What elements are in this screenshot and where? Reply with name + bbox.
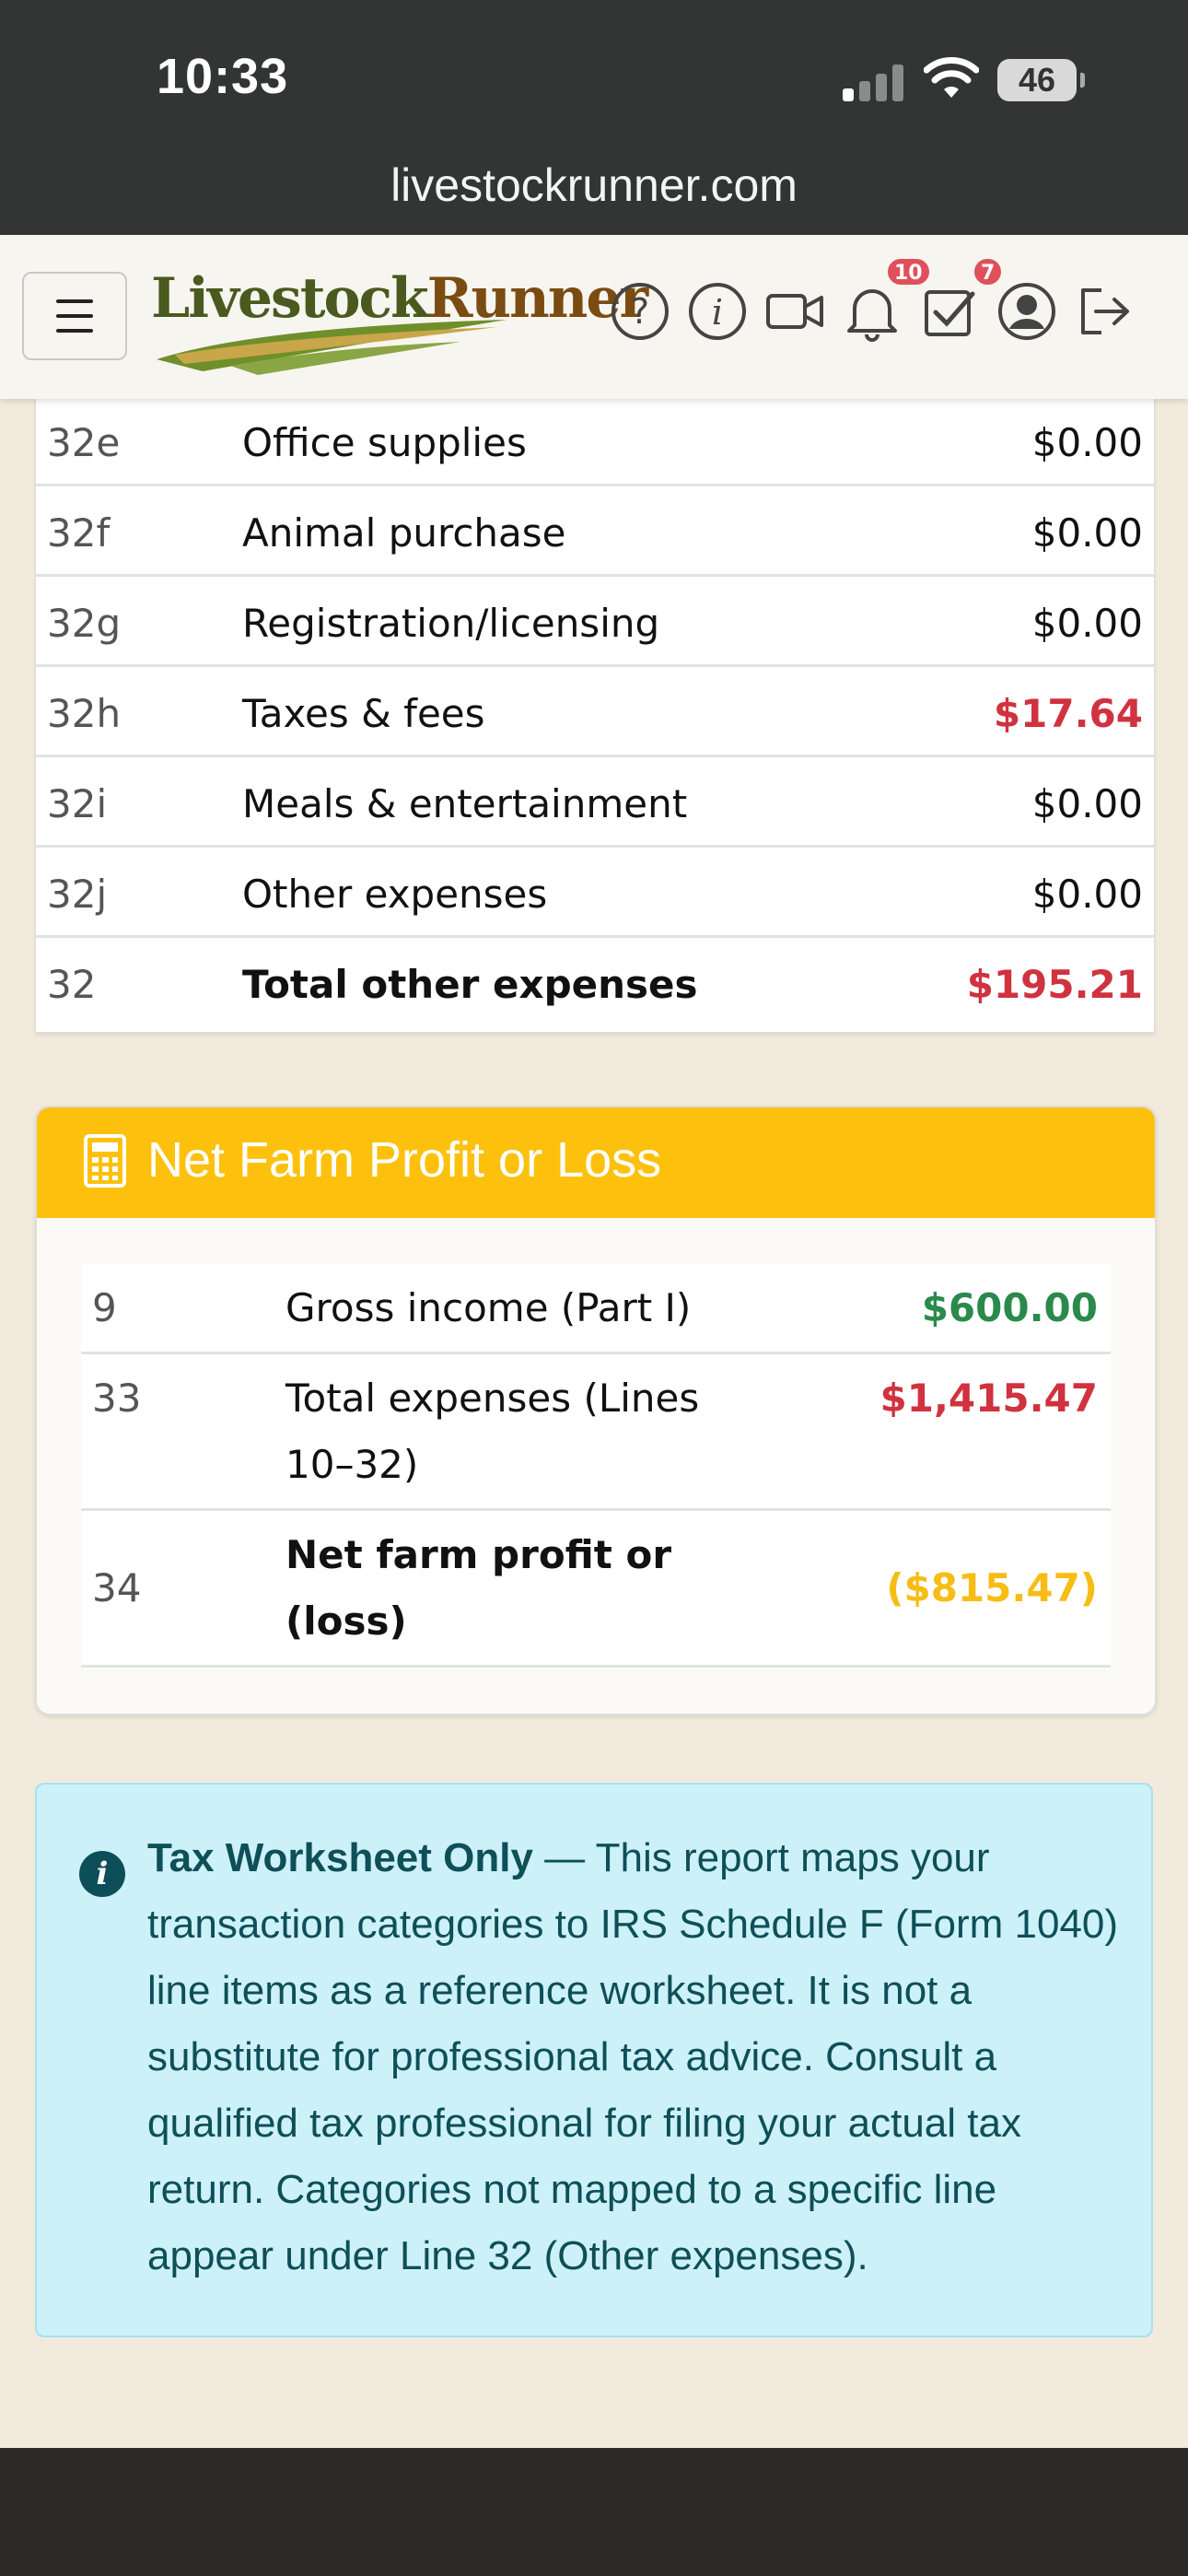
bell-icon[interactable] [842, 281, 903, 342]
line-label: Net farm profit or (loss) [285, 1532, 672, 1644]
line-amount: $0.00 [1031, 420, 1143, 465]
battery-icon: 46 [997, 59, 1085, 101]
net-profit-row: 34 Net farm profit or (loss) ($815.47) [81, 1511, 1111, 1668]
line-number: 9 [92, 1285, 117, 1330]
livestockrunner-logo[interactable]: LivestockRunner [147, 263, 648, 382]
total-row: 32 Total other expenses $195.21 [36, 940, 1154, 1028]
net-farm-table: 9 Gross income (Part I) $600.00 33 Total… [81, 1264, 1111, 1668]
line-label: Office supplies [242, 420, 527, 465]
info-circle-icon: i [79, 1851, 125, 1897]
line-amount: ($815.47) [886, 1565, 1098, 1610]
line-label: Other expenses [242, 872, 548, 917]
line-label: Taxes & fees [242, 691, 485, 736]
line-number: 32h [47, 691, 122, 736]
line-amount: $600.00 [921, 1285, 1098, 1330]
svg-text:?: ? [631, 291, 649, 332]
other-expenses-table: 32e Office supplies $0.00 32f Animal pur… [35, 398, 1155, 1033]
line-amount: $1,415.47 [879, 1376, 1098, 1421]
line-label: Registration/licensing [242, 601, 660, 646]
line-amount: $0.00 [1031, 510, 1143, 556]
line-number: 32j [47, 872, 108, 917]
table-row: 33 Total expenses (Lines 10–32) $1,415.4… [81, 1354, 1111, 1511]
line-number: 33 [92, 1376, 142, 1421]
net-farm-card: Net Farm Profit or Loss 9 Gross income (… [35, 1106, 1157, 1715]
notice-text: Tax Worksheet Only — This report maps yo… [147, 1825, 1124, 2289]
table-row: 9 Gross income (Part I) $600.00 [81, 1264, 1111, 1354]
line-label: Animal purchase [242, 510, 566, 556]
user-icon[interactable] [996, 281, 1057, 342]
line-number: 34 [92, 1565, 142, 1610]
line-amount: $0.00 [1031, 601, 1143, 646]
tax-worksheet-notice: i Tax Worksheet Only — This report maps … [35, 1783, 1153, 2337]
calculator-icon [84, 1134, 126, 1188]
line-number: 32i [47, 781, 108, 826]
logo-wordmark: LivestockRunner [151, 266, 648, 331]
line-amount: $17.64 [993, 691, 1143, 736]
help-icon[interactable]: ? [610, 281, 670, 342]
browser-bottom-bar [0, 2448, 1188, 2576]
table-row: 32e Office supplies $0.00 [36, 398, 1154, 486]
line-number: 32 [47, 962, 97, 1007]
line-amount: $0.00 [1031, 781, 1143, 826]
line-amount: $195.21 [966, 962, 1143, 1007]
card-title: Net Farm Profit or Loss [147, 1132, 662, 1188]
line-number: 32f [47, 510, 111, 556]
info-icon[interactable]: i [687, 281, 748, 342]
line-label: Meals & entertainment [242, 781, 688, 826]
line-amount: $0.00 [1031, 872, 1143, 917]
browser-status-bar: 10:33 46 livestockrunner.com [0, 0, 1188, 235]
cellular-signal-icon [843, 64, 903, 101]
line-number: 32e [47, 420, 121, 465]
logout-icon[interactable] [1074, 281, 1135, 342]
table-row: 32h Taxes & fees $17.64 [36, 669, 1154, 757]
notice-title: Tax Worksheet Only [147, 1835, 533, 1880]
address-bar[interactable]: livestockrunner.com [0, 158, 1188, 212]
table-row: 32i Meals & entertainment $0.00 [36, 759, 1154, 848]
menu-button[interactable] [22, 272, 127, 360]
card-header: Net Farm Profit or Loss [37, 1107, 1155, 1218]
table-row: 32f Animal purchase $0.00 [36, 488, 1154, 577]
notice-body: — This report maps your transaction cate… [147, 1835, 1119, 2278]
clock: 10:33 [157, 49, 289, 104]
table-row: 32j Other expenses $0.00 [36, 849, 1154, 938]
wifi-icon [924, 57, 979, 98]
line-label: Gross income (Part I) [285, 1285, 692, 1330]
tasks-checkbox-icon[interactable] [919, 281, 980, 342]
svg-text:i: i [712, 292, 723, 333]
video-icon[interactable] [764, 281, 825, 342]
app-header: LivestockRunner ? i 10 7 [0, 235, 1188, 399]
table-row: 32g Registration/licensing $0.00 [36, 579, 1154, 667]
line-number: 32g [47, 601, 122, 646]
line-label: Total other expenses [242, 962, 698, 1007]
line-label: Total expenses (Lines 10–32) [285, 1376, 700, 1487]
